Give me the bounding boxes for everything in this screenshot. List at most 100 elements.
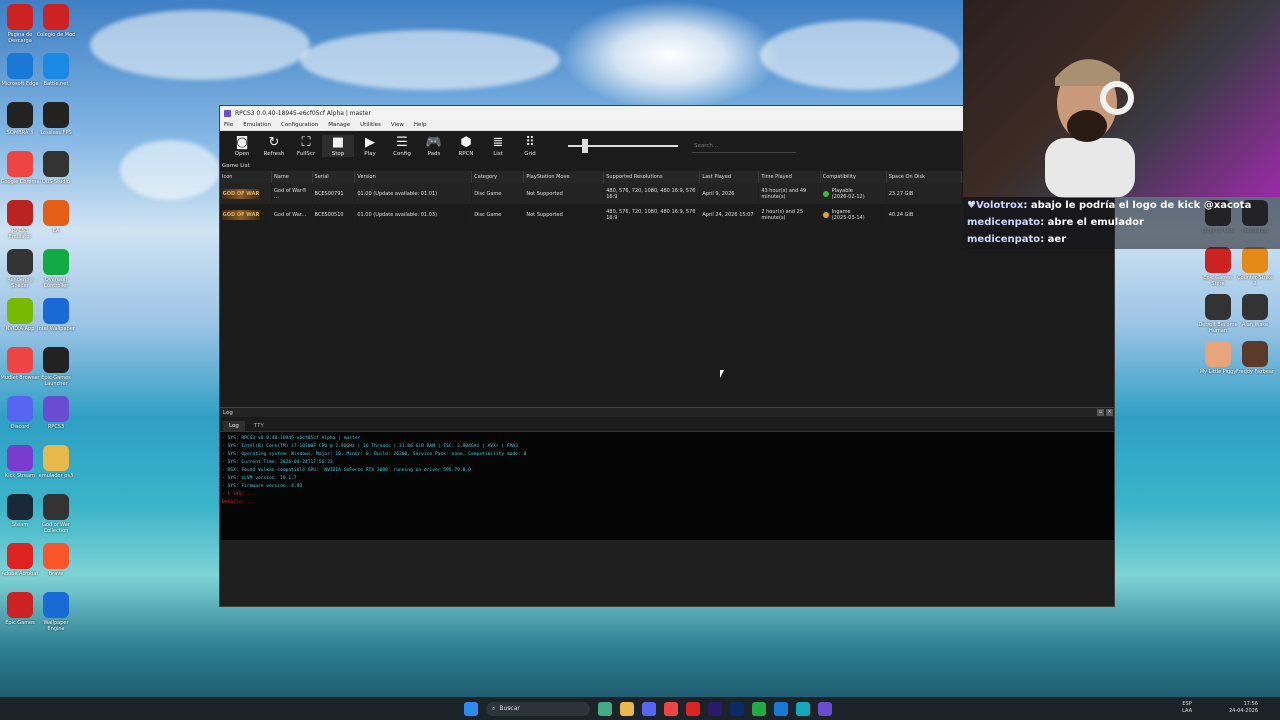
desktop-icon[interactable]: Mudlet Browser	[0, 347, 40, 387]
desktop-icon[interactable]: Epic Games Launcher	[36, 347, 76, 387]
menu-view[interactable]: View	[391, 122, 404, 128]
grid-icon: ⠿	[525, 135, 535, 150]
table-row[interactable]: GOD OF WAR God of War... BCES00510 01.00 (U…	[220, 204, 963, 225]
config-button[interactable]: ☰ Config	[386, 135, 418, 157]
discord-taskbar-icon[interactable]	[642, 701, 656, 716]
column-header[interactable]: Space On Disk	[886, 171, 963, 183]
language-indicator[interactable]: ESP LAA	[1182, 701, 1192, 715]
refresh-button[interactable]: ↻ Refresh	[258, 135, 290, 157]
desktop-icon[interactable]: Wallpaper Engine	[36, 592, 76, 632]
close-icon[interactable]: ×	[1106, 409, 1113, 416]
grid-button[interactable]: ⠿ Grid	[514, 135, 546, 157]
desktop-icon-label: RPCS3	[47, 424, 65, 430]
opera-taskbar-icon[interactable]	[686, 701, 700, 716]
desktop-icon[interactable]: Detroit Become Human	[1198, 294, 1238, 334]
photoshop-taskbar-icon[interactable]	[730, 701, 744, 716]
rpcn-button[interactable]: ⬢ RPCN	[450, 135, 482, 157]
desktop-icon[interactable]: Freddy Fazbear	[1235, 341, 1275, 381]
column-header[interactable]: Version	[354, 171, 473, 183]
cloud	[300, 30, 560, 90]
open-button[interactable]: ◙ Open	[226, 135, 258, 157]
stop-button[interactable]: ■ Stop	[322, 135, 354, 157]
windows-start-icon[interactable]	[464, 701, 478, 716]
kick-taskbar-icon[interactable]	[752, 701, 766, 716]
desktop-icon[interactable]: Kick Stream	[0, 445, 40, 485]
desktop-icon[interactable]: Rendering Shader	[0, 249, 40, 289]
float-icon[interactable]: ▫	[1097, 409, 1104, 416]
play-button[interactable]: ▶ Play	[354, 135, 386, 157]
icon-size-slider[interactable]	[568, 139, 678, 153]
slider-knob[interactable]	[582, 139, 588, 153]
app-icon	[1242, 247, 1268, 273]
column-header[interactable]: PlayStation Move	[523, 171, 605, 183]
column-header[interactable]: Last Played	[699, 171, 760, 183]
premiere-taskbar-icon[interactable]	[708, 701, 722, 716]
desktop-icon[interactable]: emulador ps3	[36, 445, 76, 485]
desktop-icon[interactable]: Steam	[0, 494, 40, 534]
desktop-icon[interactable]: Microsoft Edge	[0, 53, 40, 93]
tab-log[interactable]: Log	[223, 421, 245, 431]
menu-help[interactable]: Help	[414, 122, 427, 128]
column-header[interactable]: Supported Resolutions	[603, 171, 701, 183]
desktop-icon-label: Battle.net	[43, 81, 69, 87]
system-clock[interactable]: 17:56 24-04-2026	[1229, 701, 1258, 715]
desktop-icon[interactable]: NVIDIA App	[0, 298, 40, 338]
desktop-icon[interactable]: RPCS3	[36, 396, 76, 436]
search-input[interactable]	[692, 139, 796, 153]
app-icon	[43, 494, 69, 520]
rpcs3-taskbar-icon[interactable]	[818, 701, 832, 716]
desktop-icon[interactable]: Adobe Acrobat	[0, 543, 40, 583]
column-header[interactable]: Compatibility	[820, 171, 887, 183]
column-header[interactable]: Icon	[220, 171, 273, 183]
menu-configuration[interactable]: Configuration	[281, 122, 318, 128]
menu-utilities[interactable]: Utilities	[360, 122, 381, 128]
desktop-icon[interactable]: Epic Games Store	[1198, 247, 1238, 287]
app-icon	[7, 592, 33, 618]
column-header[interactable]: Serial	[312, 171, 356, 183]
desktop-icon[interactable]: Pagina de Descarga	[0, 4, 40, 44]
tab-tty[interactable]: TTY	[248, 421, 270, 431]
desktop-icon[interactable]: Epic Games	[0, 592, 40, 632]
desktop-icon[interactable]: RPCS3 Emulator	[0, 200, 40, 240]
desktop-icon[interactable]: Discord	[0, 396, 40, 436]
keyboard-layout: LAA	[1182, 708, 1192, 714]
menu-emulation[interactable]: Emulation	[243, 122, 271, 128]
desktop-icon[interactable]: Colegio de Mod	[36, 4, 76, 44]
desktop-icon-label: OBS Studio	[42, 179, 70, 185]
desktop-icon[interactable]: Battle.net	[36, 53, 76, 93]
store-taskbar-icon[interactable]	[774, 701, 788, 716]
column-header[interactable]: Name	[271, 171, 313, 183]
menu-file[interactable]: File	[224, 122, 233, 128]
desktop-icon-label: Colegio de Mod	[36, 32, 76, 38]
desktop-icon[interactable]: Overwolf Controller	[36, 249, 76, 289]
column-header[interactable]: Category	[471, 171, 525, 183]
desktop-icon[interactable]: Google Chrome	[0, 151, 40, 191]
desktop-icon-label: Wallpaper Engine	[43, 620, 69, 632]
desktop-icon-label: Freddy Fazbear	[1236, 369, 1274, 375]
taskbar-search[interactable]: ⌕ Buscar	[486, 701, 590, 716]
desktop-icon[interactable]: Intel Wallpaper	[36, 298, 76, 338]
desktop-icon[interactable]: SOMBRA 3	[0, 102, 40, 142]
desktop-icon[interactable]: EA	[36, 200, 76, 240]
desktop-icon[interactable]: OBS Studio	[36, 151, 76, 191]
pads-button[interactable]: 🎮 Pads	[418, 135, 450, 157]
column-header[interactable]: Time Played	[758, 171, 821, 183]
file-explorer-icon[interactable]	[620, 701, 634, 716]
chrome-taskbar-icon[interactable]	[664, 701, 678, 716]
toolbar-label: Open	[234, 151, 250, 157]
table-row[interactable]: GOD OF WAR God of War® ... BCES00791 01.00 …	[220, 183, 963, 204]
list-button[interactable]: ≣ List	[482, 135, 514, 157]
compat-dot-icon	[822, 211, 829, 218]
desktop-icon[interactable]: Brave	[36, 543, 76, 583]
menu-manage[interactable]: Manage	[328, 122, 350, 128]
stop-icon: ■	[331, 135, 345, 150]
desktop-icon[interactable]: My Little Piggy	[1198, 341, 1238, 381]
desktop-icon[interactable]: Counter-Strike 2	[1235, 247, 1275, 287]
widgets-icon[interactable]	[598, 701, 612, 716]
fullscr-button[interactable]: ⛶ FullScr	[290, 135, 322, 157]
edge-taskbar-icon[interactable]	[796, 701, 810, 716]
desktop-icon[interactable]: Alan Wake	[1235, 294, 1275, 334]
game-version: 01.00 (Update available: 01.03)	[354, 204, 473, 225]
desktop-icon[interactable]: God of War Collection	[36, 494, 76, 534]
desktop-icon[interactable]: Lossless FPS	[36, 102, 76, 142]
